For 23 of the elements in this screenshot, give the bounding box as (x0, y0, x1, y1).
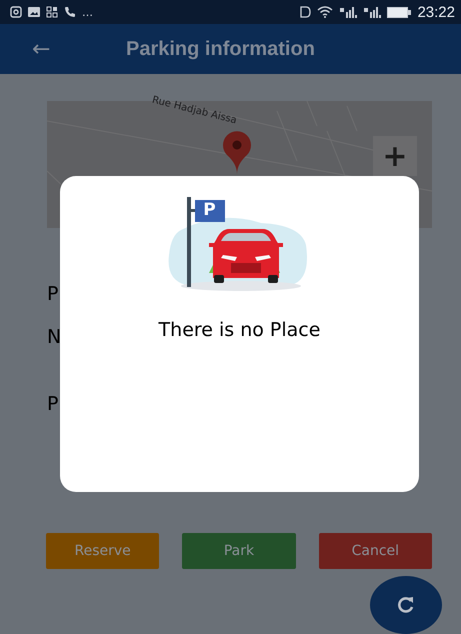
signal-icon (339, 6, 358, 18)
phone-icon (64, 6, 76, 18)
action-button[interactable]: Park (182, 533, 296, 569)
parking-sign-letter: P (202, 199, 217, 221)
action-button[interactable]: Reserve (46, 533, 160, 569)
battery-icon (387, 6, 412, 18)
dialog-message: There is no Place (158, 319, 320, 341)
camera-icon (10, 6, 22, 18)
status-time: 23:22 (417, 4, 455, 21)
info-label: N (47, 325, 62, 349)
info-label: P (47, 392, 58, 416)
image-icon (28, 7, 40, 18)
back-button[interactable]: ← (32, 36, 126, 62)
refresh-icon (396, 595, 416, 615)
action-button[interactable]: Cancel (318, 533, 432, 569)
grid-icon (46, 6, 58, 18)
overflow-indicator: … (82, 6, 93, 19)
wifi-icon (317, 6, 334, 18)
screen-title: Parking information (126, 38, 315, 61)
info-label: P (47, 282, 58, 306)
street-name: Rue Hadjab Aissa (150, 94, 238, 126)
signal-icon (363, 6, 382, 18)
zoom-in-button[interactable]: + (373, 136, 417, 176)
